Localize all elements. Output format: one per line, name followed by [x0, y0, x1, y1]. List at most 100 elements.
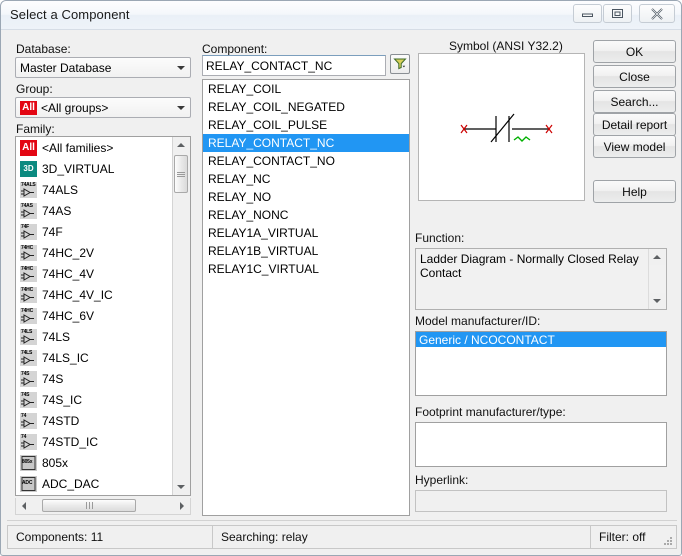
database-select[interactable]: Master Database [15, 57, 191, 78]
component-search-value: RELAY_CONTACT_NC [206, 58, 333, 73]
family-list-item[interactable]: 74ALS 74ALS [16, 179, 173, 200]
component-list-item[interactable]: RELAY1A_VIRTUAL [203, 224, 409, 242]
chevron-down-icon [172, 59, 189, 76]
footprint-listbox[interactable] [415, 422, 667, 467]
component-list-item[interactable]: RELAY1C_VIRTUAL [203, 260, 409, 278]
status-bar: Components: 11 Searching: relay Filter: … [7, 525, 677, 549]
status-divider [7, 520, 677, 521]
help-button[interactable]: Help [593, 180, 676, 203]
status-searching: Searching: relay [213, 526, 591, 548]
family-list-item[interactable]: ADC ADC_DAC [16, 473, 173, 494]
family-listbox[interactable]: All <All families> 3D 3D_VIRTUAL 74ALS 74ALS 7… [15, 136, 191, 496]
family-list-item[interactable]: 74HC 74HC_6V [16, 305, 173, 326]
scrollbar-thumb[interactable] [174, 155, 188, 193]
family-list-item[interactable]: 74HC 74HC_4V [16, 263, 173, 284]
family-list-item[interactable]: 74LS 74LS_IC [16, 347, 173, 368]
function-scrollbar[interactable] [648, 249, 666, 309]
component-list-item[interactable]: RELAY_COIL_PULSE [203, 116, 409, 134]
family-item-label: 74STD_IC [42, 434, 99, 449]
minimize-button[interactable] [573, 4, 602, 23]
footprint-label: Footprint manufacturer/type: [415, 405, 566, 419]
group-label: Group: [16, 82, 53, 96]
family-list-item[interactable]: 74 74STD [16, 410, 173, 431]
grip-lines-icon [85, 502, 94, 509]
model-manufacturer-label: Model manufacturer/ID: [415, 314, 541, 328]
component-list-item[interactable]: RELAY_NO [203, 188, 409, 206]
family-list-item[interactable]: 74S 74S_IC [16, 389, 173, 410]
component-list-item[interactable]: RELAY_NONC [203, 206, 409, 224]
logic-gate-icon: 74S [20, 370, 37, 387]
scroll-right-icon[interactable] [174, 498, 190, 513]
family-item-label: 74S_IC [42, 392, 83, 407]
family-item-label: 74AS [42, 203, 72, 218]
scroll-down-icon[interactable] [649, 293, 665, 309]
component-list-item[interactable]: RELAY_CONTACT_NO [203, 152, 409, 170]
component-list-item[interactable]: RELAY_CONTACT_NC [203, 134, 409, 152]
logic-gate-icon: 74LS [20, 328, 37, 345]
restore-icon [611, 8, 624, 19]
hyperlink-label: Hyperlink: [415, 473, 469, 487]
component-search-input[interactable]: RELAY_CONTACT_NC [202, 55, 386, 76]
resize-grip-icon[interactable] [661, 534, 673, 546]
minimize-icon [581, 9, 594, 18]
family-list-item[interactable]: 74LS 74LS [16, 326, 173, 347]
family-list-item[interactable]: 74F 74F [16, 221, 173, 242]
group-value: <All groups> [41, 100, 109, 115]
component-list-item[interactable]: RELAY1B_VIRTUAL [203, 242, 409, 260]
close-icon [650, 7, 664, 20]
logic-gate-icon: 74ALS [20, 181, 37, 198]
database-label: Database: [16, 42, 71, 56]
database-value: Master Database [20, 60, 112, 75]
family-item-label: 74LS [42, 329, 71, 344]
component-list-item[interactable]: RELAY_COIL_NEGATED [203, 98, 409, 116]
family-item-label: ADC_DAC [42, 476, 100, 491]
logic-gate-icon: 74 [20, 412, 37, 429]
model-manufacturer-selected[interactable]: Generic / NCOCONTACT [416, 332, 666, 347]
component-list-item[interactable]: RELAY_COIL [203, 80, 409, 98]
search-button[interactable]: Search... [593, 90, 676, 113]
detail-report-button[interactable]: Detail report [593, 113, 676, 136]
window-title: Select a Component [10, 7, 130, 22]
all-badge-icon: All [20, 100, 37, 115]
grip-lines-icon [177, 171, 185, 178]
view-model-button[interactable]: View model [593, 135, 676, 158]
chevron-down-icon [172, 99, 189, 116]
family-list-item[interactable]: 74AS 74AS [16, 200, 173, 221]
model-manufacturer-listbox[interactable]: Generic / NCOCONTACT [415, 331, 667, 396]
group-select[interactable]: All <All groups> [15, 97, 191, 118]
component-list-item[interactable]: RELAY_NC [203, 170, 409, 188]
family-list-item[interactable]: 74HC 74HC_2V [16, 242, 173, 263]
family-vertical-scrollbar[interactable] [172, 137, 190, 495]
family-list-item[interactable]: 74S 74S [16, 368, 173, 389]
family-item-label: 74HC_6V [42, 308, 95, 323]
logic-gate-icon: 74HC [20, 286, 37, 303]
family-list-item[interactable]: 74 74STD_IC [16, 431, 173, 452]
scrollbar-thumb-horizontal[interactable] [42, 499, 136, 512]
symbol-label: Symbol (ANSI Y32.2) [449, 39, 563, 53]
close-dialog-button[interactable]: Close [593, 65, 676, 88]
family-item-label: 74HC_4V_IC [42, 287, 113, 302]
family-item-label: 74HC_4V [42, 266, 95, 281]
scroll-up-icon[interactable] [649, 249, 665, 265]
filter-button[interactable] [390, 54, 410, 74]
family-list-item[interactable]: 74HC 74HC_4V_IC [16, 284, 173, 305]
hyperlink-input[interactable] [415, 490, 667, 512]
adc-dac-icon: ADC [20, 475, 37, 492]
scroll-left-icon[interactable] [16, 498, 32, 513]
ok-button[interactable]: OK [593, 40, 676, 63]
family-label: Family: [16, 122, 55, 136]
family-item-label: 74LS_IC [42, 350, 89, 365]
scroll-down-icon[interactable] [173, 479, 189, 495]
restore-button[interactable] [603, 4, 632, 23]
logic-gate-icon: 74S [20, 391, 37, 408]
family-list-item[interactable]: All <All families> [16, 137, 173, 158]
close-button[interactable] [639, 4, 675, 23]
select-component-dialog: Select a Component Database: Master Data… [0, 0, 682, 556]
component-listbox[interactable]: RELAY_COIL RELAY_COIL_NEGATED RELAY_COIL_P… [202, 79, 410, 516]
family-list-item[interactable]: 805x 805x [16, 452, 173, 473]
family-horizontal-scrollbar[interactable] [15, 498, 191, 515]
family-list-item[interactable]: 3D 3D_VIRTUAL [16, 158, 173, 179]
scroll-up-icon[interactable] [173, 137, 189, 153]
function-textarea[interactable]: Ladder Diagram - Normally Closed Relay C… [415, 248, 667, 310]
family-item-label: 74S [42, 371, 64, 386]
